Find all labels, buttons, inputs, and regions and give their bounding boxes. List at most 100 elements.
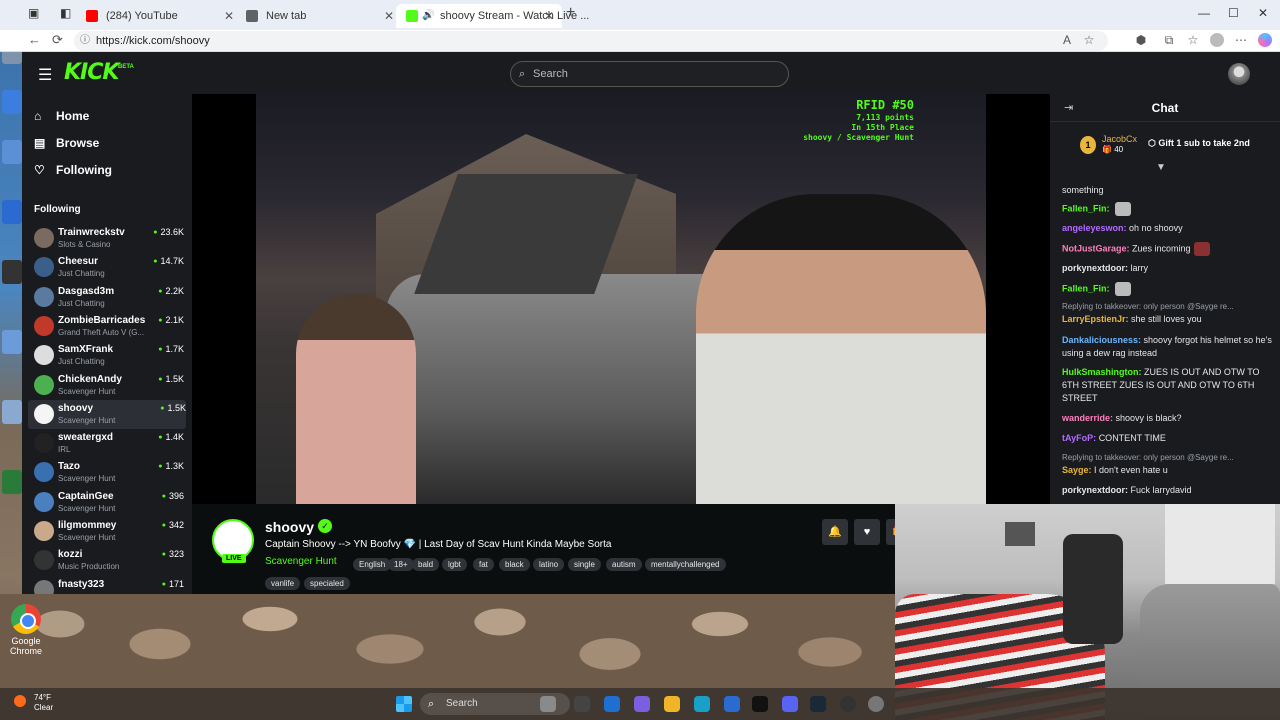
settings-icon[interactable] xyxy=(868,696,884,712)
close-icon[interactable]: ✕ xyxy=(544,4,554,28)
search-input[interactable]: ⌕ Search xyxy=(510,61,789,87)
user-avatar[interactable] xyxy=(1228,63,1250,85)
minimize-button[interactable]: — xyxy=(1198,6,1210,20)
extensions-icon[interactable]: ⬢ xyxy=(1134,33,1148,47)
tag-fat[interactable]: fat xyxy=(473,558,494,571)
tag-specialed[interactable]: specialed xyxy=(304,577,350,590)
edge-icon[interactable] xyxy=(604,696,620,712)
sidebar-channel-lilgmommey[interactable]: lilgmommey Scavenger Hunt 342 xyxy=(32,517,184,546)
stream-category[interactable]: Scavenger Hunt xyxy=(265,556,337,567)
stream-video[interactable]: RFID #50 7,113 points In 15th Place shoo… xyxy=(256,94,986,504)
tag-bald[interactable]: bald xyxy=(412,558,440,571)
chat-username[interactable]: Dankaliciousness: xyxy=(1062,335,1141,345)
kick-logo[interactable]: KICK xyxy=(64,60,119,85)
video-player[interactable]: RFID #50 7,113 points In 15th Place shoo… xyxy=(192,94,1050,504)
chat-username[interactable]: LarryEpstienJr: xyxy=(1062,314,1129,324)
sidebar-channel-kozzi[interactable]: kozziMusic Production 323 xyxy=(32,546,184,575)
edge-browser-icon[interactable] xyxy=(694,696,710,712)
tab-actions-icon[interactable]: ▣ xyxy=(28,6,39,20)
favorites-icon[interactable]: ☆ xyxy=(1186,33,1200,47)
desktop-icon[interactable] xyxy=(2,140,22,164)
desktop-icon[interactable] xyxy=(2,470,22,494)
tag-english[interactable]: English xyxy=(353,558,392,571)
tab-group-icon[interactable]: ◧ xyxy=(60,6,71,20)
gift-leaderboard[interactable]: 1 JacobCx 🎁 40 ⬡ Gift 1 sub to take 2nd xyxy=(1080,132,1280,158)
read-aloud-icon[interactable]: A xyxy=(1060,33,1074,47)
task-view-icon[interactable] xyxy=(574,696,590,712)
back-button[interactable]: ← xyxy=(28,32,41,47)
sidebar-item-following[interactable]: ♡ Following xyxy=(34,160,112,180)
steam-icon[interactable] xyxy=(810,696,826,712)
chat-username[interactable]: tAyFoP: xyxy=(1062,433,1096,443)
chat-username[interactable]: porkynextdoor: xyxy=(1062,485,1128,495)
sidebar-item-home[interactable]: ⌂ Home xyxy=(34,106,89,126)
tag-autism[interactable]: autism xyxy=(606,558,642,571)
sidebar-channel-chickenandy[interactable]: ChickenAndyScavenger Hunt 1.5K xyxy=(32,371,184,400)
desktop-icon[interactable] xyxy=(2,330,22,354)
speaker-icon[interactable]: 🔊 xyxy=(422,4,434,28)
tag-mentallychallenged[interactable]: mentallychallenged xyxy=(645,558,726,571)
sidebar-channel-sweatergxd[interactable]: sweatergxdIRL 1.4K xyxy=(32,429,184,458)
tag-vanlife[interactable]: vanlife xyxy=(265,577,301,590)
sidebar-channel-trainwreckstv[interactable]: Trainwreckstv Slots & Casino 23.6K xyxy=(32,224,184,253)
tab-new-tab[interactable]: New tab ✕ xyxy=(236,4,402,28)
copilot-taskbar-icon[interactable] xyxy=(634,696,650,712)
file-explorer-icon[interactable] xyxy=(664,696,680,712)
desktop-icon[interactable] xyxy=(2,90,22,114)
refresh-button[interactable]: ⟳ xyxy=(52,32,63,48)
sidebar-channel-tazo[interactable]: TazoScavenger Hunt 1.3K xyxy=(32,458,184,487)
tab-kick-shoovy[interactable]: 🔊 shoovy Stream - Watch Live ... ✕ xyxy=(396,4,589,28)
tag-latino[interactable]: latino xyxy=(533,558,565,571)
tag-18[interactable]: 18+ xyxy=(388,558,414,571)
favorite-star-icon[interactable]: ☆ xyxy=(1082,33,1096,47)
sidebar-channel-samxfrank[interactable]: SamXFrankJust Chatting 1.7K xyxy=(32,341,184,370)
desktop-icon[interactable] xyxy=(2,400,22,424)
tab-youtube[interactable]: (284) YouTube ✕ xyxy=(76,4,242,28)
split-screen-icon[interactable]: ⧉ xyxy=(1162,33,1176,47)
chat-username[interactable]: HulkSmashington: xyxy=(1062,367,1142,377)
desktop-icon-chrome[interactable]: Google Chrome xyxy=(6,604,46,656)
sidebar-channel-dasgasd3m[interactable]: Dasgasd3mJust Chatting 2.2K xyxy=(32,283,184,312)
gift-sub-prompt[interactable]: ⬡ Gift 1 sub to take 2nd xyxy=(1148,138,1250,149)
collapse-chat-icon[interactable]: ⇥ xyxy=(1064,94,1073,122)
close-icon[interactable]: ✕ xyxy=(224,4,234,28)
discord-icon[interactable] xyxy=(782,696,798,712)
tag-lgbt[interactable]: lgbt xyxy=(442,558,467,571)
close-icon[interactable]: ✕ xyxy=(384,4,394,28)
menu-icon[interactable]: ☰ xyxy=(38,65,52,85)
more-options-icon[interactable]: ⋯ xyxy=(1234,33,1248,47)
desktop-icon[interactable] xyxy=(2,200,22,224)
chat-username[interactable]: porkynextdoor: xyxy=(1062,263,1128,273)
maximize-button[interactable]: ☐ xyxy=(1228,6,1239,20)
sidebar-channel-cheesur[interactable]: CheesurJust Chatting 14.7K xyxy=(32,253,184,282)
sidebar-channel-captaingee[interactable]: CaptainGeeScavenger Hunt 396 xyxy=(32,488,184,517)
tiktok-icon[interactable] xyxy=(752,696,768,712)
chat-username[interactable]: Fallen_Fin: xyxy=(1062,203,1110,213)
obs-icon[interactable] xyxy=(840,696,856,712)
chat-username[interactable]: Sayge: xyxy=(1062,465,1092,475)
store-icon[interactable] xyxy=(724,696,740,712)
new-tab-button[interactable]: + xyxy=(566,4,575,22)
chat-filter-icon[interactable]: ▼ xyxy=(1156,162,1166,173)
chat-username[interactable]: Fallen_Fin: xyxy=(1062,283,1110,293)
tag-single[interactable]: single xyxy=(568,558,601,571)
sidebar-item-browse[interactable]: ▤ Browse xyxy=(34,133,99,153)
chat-username[interactable]: NotJustGarage: xyxy=(1062,243,1130,253)
chat-username[interactable]: wanderride: xyxy=(1062,413,1113,423)
sidebar-channel-fnasty323[interactable]: fnasty323 171 xyxy=(32,576,184,594)
site-info-icon[interactable]: ⓘ xyxy=(80,31,90,51)
profile-icon[interactable] xyxy=(1210,33,1224,47)
url-input[interactable]: ⓘ https://kick.com/shoovy xyxy=(74,31,1108,51)
desktop-icon[interactable] xyxy=(2,260,22,284)
chat-username[interactable]: angeleyeswon: xyxy=(1062,223,1127,233)
widgets-icon[interactable] xyxy=(540,696,556,712)
start-button[interactable] xyxy=(396,696,412,712)
copilot-icon[interactable] xyxy=(1258,33,1272,47)
tag-black[interactable]: black xyxy=(499,558,530,571)
sidebar-channel-zombiebarricades[interactable]: ZombieBarricades Grand Theft Auto V (G...… xyxy=(32,312,184,341)
streamer-name[interactable]: shoovy xyxy=(265,519,314,535)
sidebar-channel-shoovy[interactable]: shoovyScavenger Hunt 1.5K xyxy=(28,399,186,429)
close-window-button[interactable]: ✕ xyxy=(1258,6,1268,20)
notification-bell-button[interactable]: 🔔 xyxy=(822,519,848,545)
follow-heart-button[interactable]: ♥ xyxy=(854,519,880,545)
